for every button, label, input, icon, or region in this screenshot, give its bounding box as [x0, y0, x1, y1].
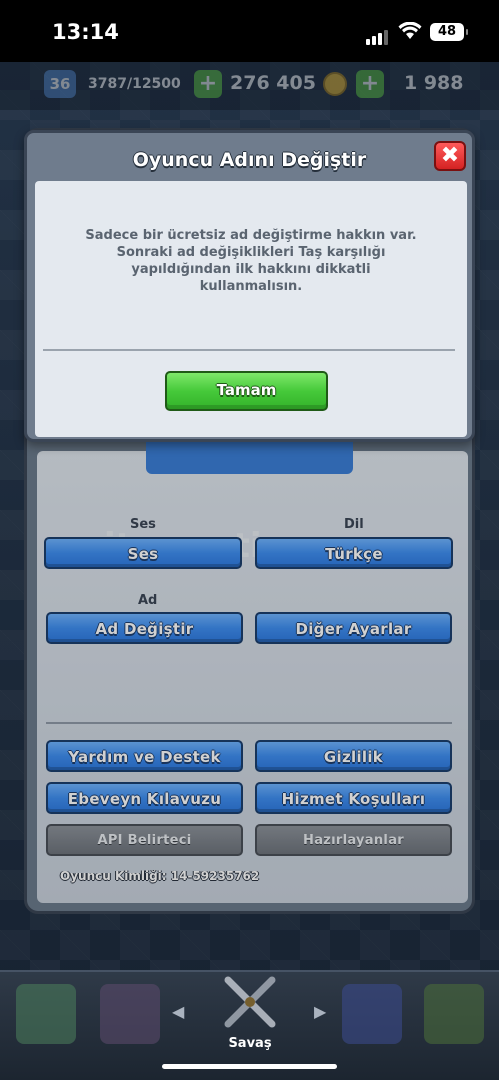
home-indicator[interactable]: [162, 1064, 337, 1069]
ok-button[interactable]: Tamam: [165, 371, 328, 411]
shop-tab-icon[interactable]: [16, 984, 76, 1044]
cards-tab-icon[interactable]: [100, 984, 160, 1044]
battle-tab-label: Savaş: [228, 1036, 272, 1051]
clan-tab-icon[interactable]: [342, 984, 402, 1044]
events-tab-icon[interactable]: [424, 984, 484, 1044]
dialog-title: Oyuncu Adını Değiştir: [132, 149, 367, 171]
dialog-body: Sadece bir ücretsiz ad değiştirme hakkın…: [35, 181, 467, 437]
change-name-dialog: Oyuncu Adını Değiştir ✖ Sadece bir ücret…: [24, 130, 475, 442]
cellular-signal-icon: [366, 26, 390, 45]
status-bar: 13:14 48: [0, 0, 499, 62]
status-time: 13:14: [52, 20, 119, 44]
dialog-message: Sadece bir ücretsiz ad değiştirme hakkın…: [85, 228, 417, 294]
battery-icon: 48: [430, 23, 468, 41]
nav-left-arrow-icon[interactable]: ◀: [172, 1002, 184, 1021]
close-icon[interactable]: ✖: [434, 141, 466, 171]
battle-tab-icon[interactable]: [218, 972, 282, 1032]
wifi-icon: [398, 21, 422, 44]
nav-right-arrow-icon[interactable]: ▶: [314, 1002, 326, 1021]
dialog-divider: [43, 349, 455, 351]
